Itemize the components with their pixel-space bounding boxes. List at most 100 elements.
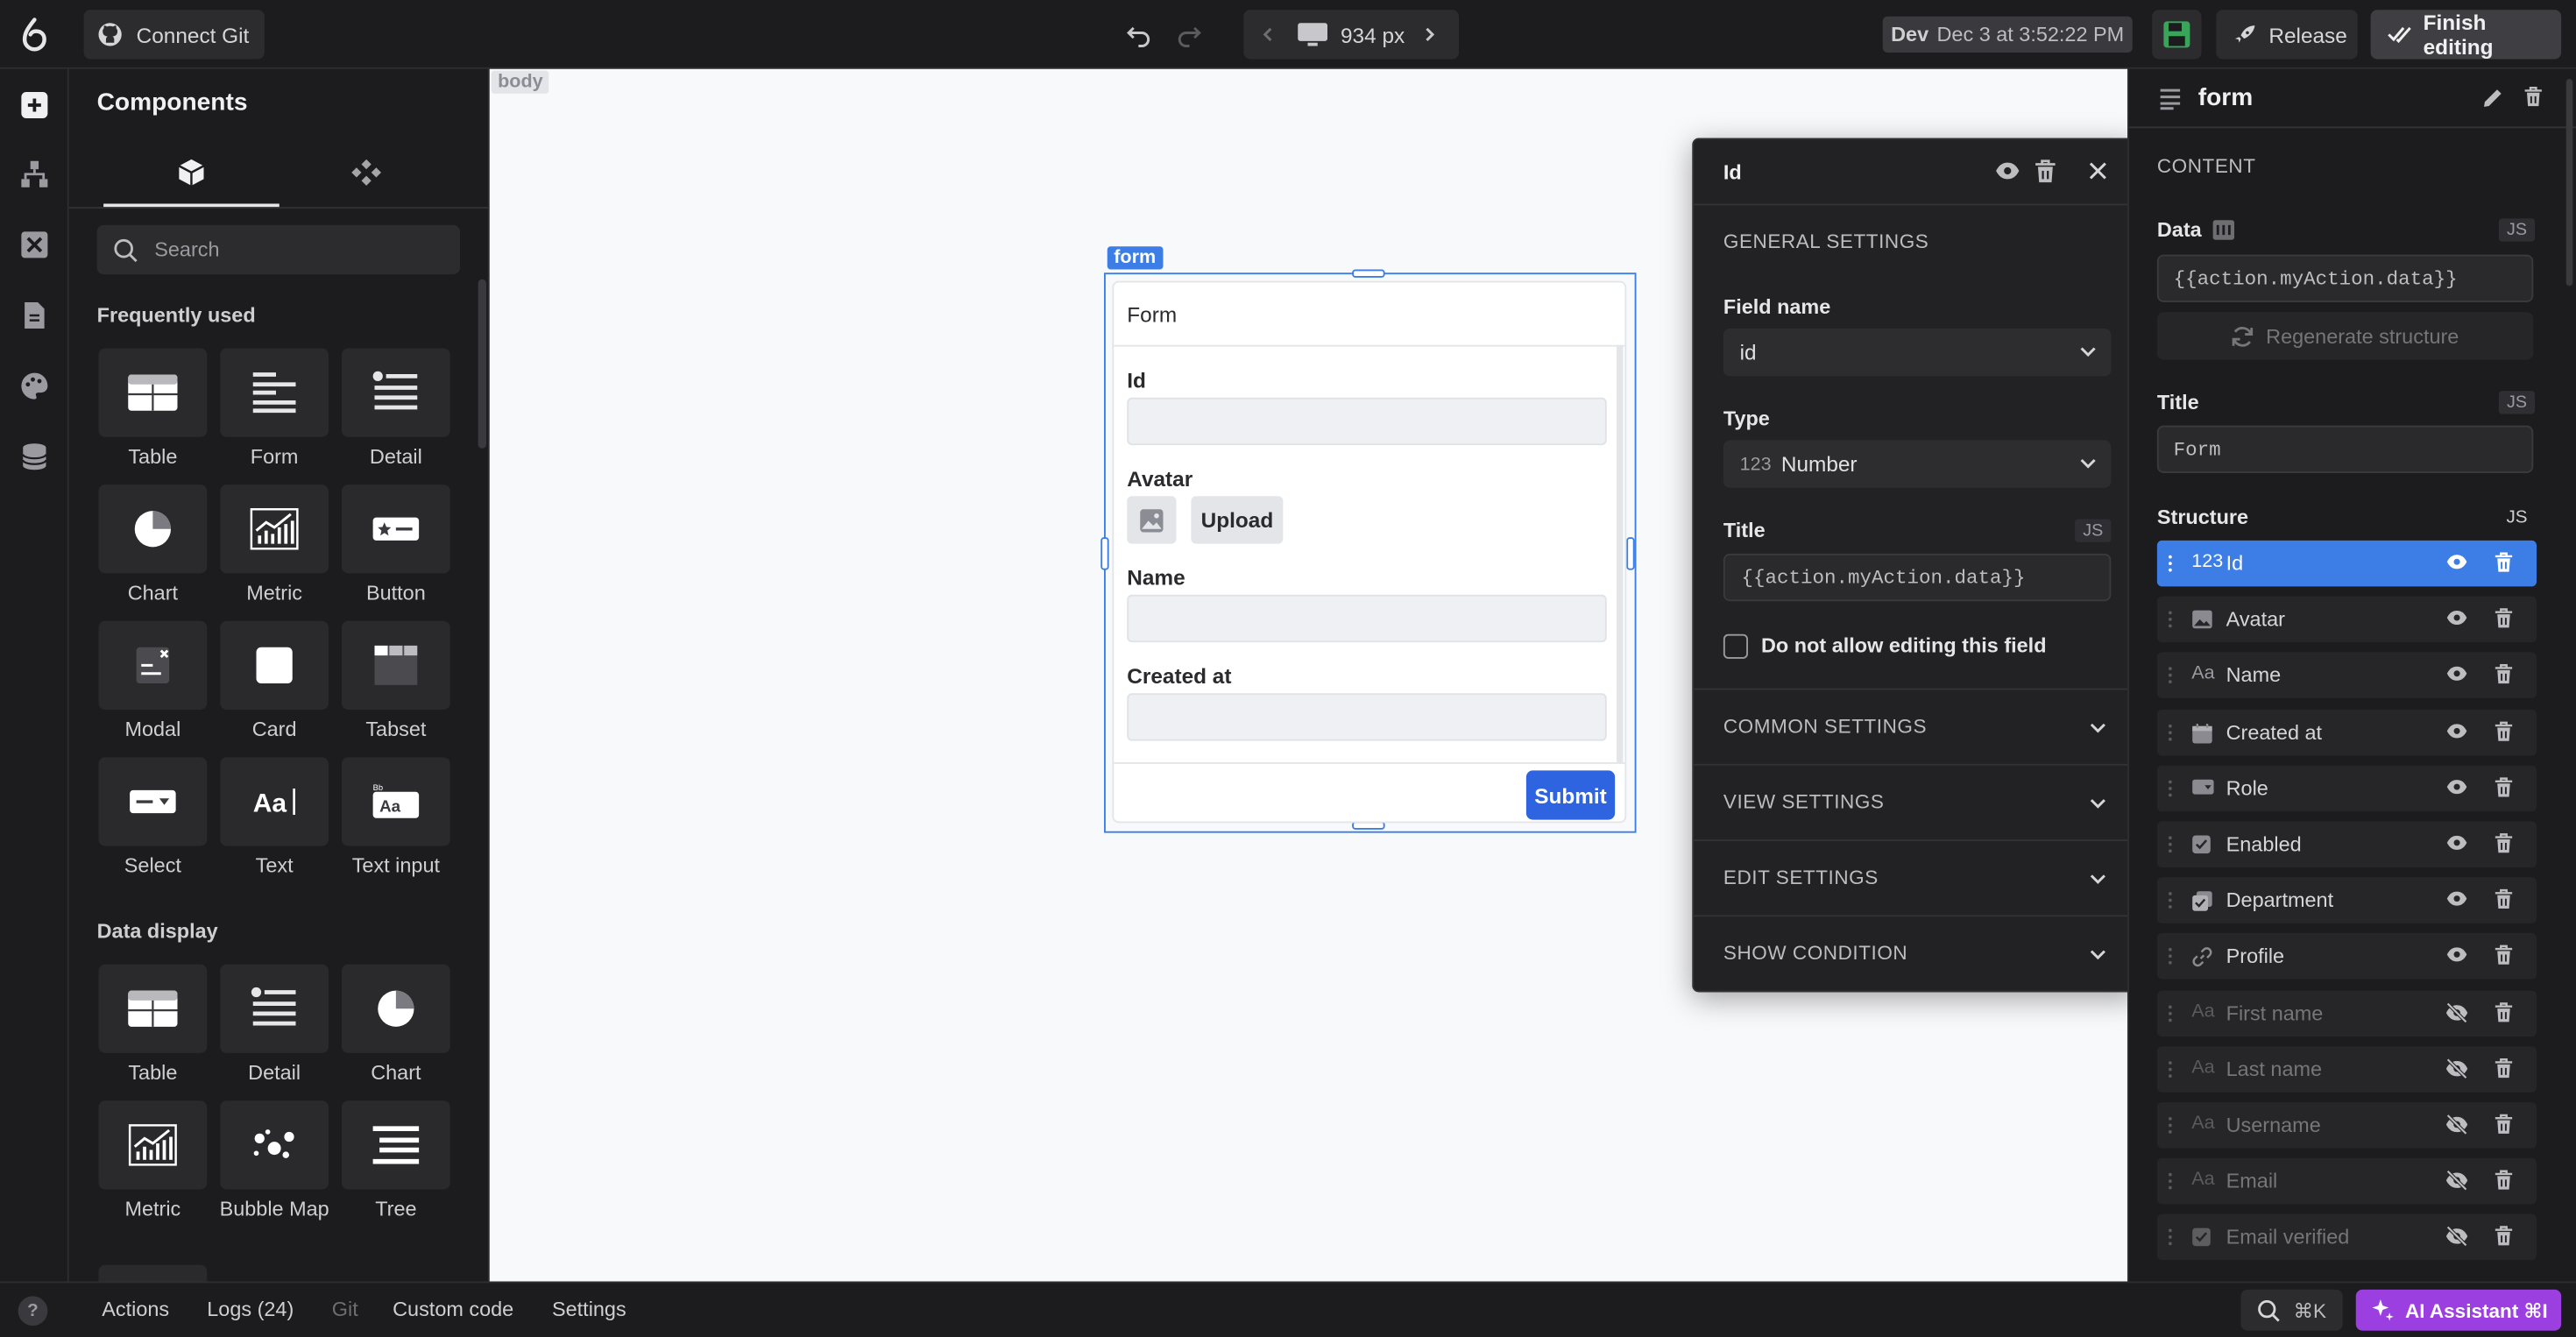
form-scrollbar[interactable] <box>1617 344 1624 762</box>
data-js-badge[interactable]: JS <box>2498 218 2536 242</box>
trash-icon[interactable] <box>2494 776 2514 797</box>
structure-row[interactable]: Aa Name <box>2156 653 2537 699</box>
hierarchy-icon[interactable] <box>15 154 54 194</box>
tree-component[interactable] <box>342 1100 450 1190</box>
common-settings-section[interactable]: COMMON SETTINGS <box>1694 690 2137 764</box>
eye-icon[interactable] <box>2445 945 2469 966</box>
redo-icon[interactable] <box>1175 20 1205 50</box>
drag-handle-icon[interactable] <box>2167 835 2174 855</box>
field-name-select[interactable]: id <box>1723 329 2112 377</box>
regenerate-structure-button[interactable]: Regenerate structure <box>2156 312 2534 360</box>
form-component[interactable] <box>220 348 329 437</box>
resize-handle-left[interactable] <box>1100 537 1109 570</box>
tab-logs[interactable]: Logs (24) <box>207 1298 294 1320</box>
data-table-component[interactable] <box>98 964 208 1053</box>
resize-handle-right[interactable] <box>1626 537 1635 570</box>
save-button[interactable] <box>2152 10 2202 60</box>
resize-handle-top[interactable] <box>1352 269 1385 278</box>
pencil-icon[interactable] <box>2482 87 2503 108</box>
structure-row[interactable]: Aa First name <box>2156 989 2537 1036</box>
drag-handle-icon[interactable] <box>2167 1115 2174 1135</box>
eye-icon[interactable] <box>2445 664 2469 684</box>
trash-icon[interactable] <box>2494 664 2514 685</box>
trash-icon[interactable] <box>2494 1170 2514 1191</box>
add-component-icon[interactable] <box>15 86 54 125</box>
title-input[interactable]: Form <box>2156 425 2534 473</box>
eye-icon[interactable] <box>1994 159 2020 182</box>
trash-icon[interactable] <box>2034 159 2056 184</box>
release-button[interactable]: Release <box>2216 10 2358 60</box>
data-detail-component[interactable] <box>220 964 329 1053</box>
title-input[interactable]: {{action.myAction.data}} <box>1723 553 2112 602</box>
structure-row[interactable]: Department <box>2156 877 2537 924</box>
trash-icon[interactable] <box>2494 1058 2514 1079</box>
edit-settings-section[interactable]: EDIT SETTINGS <box>1694 841 2137 915</box>
eye-icon[interactable] <box>2445 833 2469 853</box>
components-scrollbar[interactable] <box>478 279 486 449</box>
drag-handle-icon[interactable] <box>2167 1003 2174 1023</box>
component-name[interactable]: form <box>2198 84 2254 112</box>
properties-scrollbar[interactable] <box>2565 79 2573 286</box>
structure-row[interactable]: Enabled <box>2156 821 2537 867</box>
help-icon[interactable]: ? <box>18 1296 48 1326</box>
structure-row[interactable]: 123 Id <box>2156 540 2537 587</box>
structure-row[interactable]: Email verified <box>2156 1214 2537 1261</box>
text-input-component[interactable]: Aa Bb <box>342 757 450 846</box>
trash-icon[interactable] <box>2494 720 2514 741</box>
upload-button[interactable]: Upload <box>1191 496 1284 544</box>
tab-git[interactable]: Git <box>332 1298 358 1320</box>
type-select[interactable]: 123 Number <box>1723 440 2112 488</box>
tab-components[interactable] <box>103 148 280 208</box>
eye-icon[interactable] <box>2445 889 2469 909</box>
submit-button[interactable]: Submit <box>1525 770 1616 820</box>
structure-js-badge[interactable]: JS <box>2499 506 2535 529</box>
trash-icon[interactable] <box>2494 1001 2514 1022</box>
trash-icon[interactable] <box>2494 945 2514 966</box>
structure-row[interactable]: Aa Last name <box>2156 1045 2537 1093</box>
connect-git-button[interactable]: Connect Git <box>83 10 265 60</box>
no-edit-checkbox[interactable] <box>1723 633 1748 659</box>
book-icon[interactable] <box>2212 218 2236 241</box>
title-js-badge[interactable]: JS <box>2498 391 2536 414</box>
database-icon[interactable] <box>15 437 54 477</box>
eye-off-icon[interactable] <box>2445 1226 2469 1248</box>
form-tag[interactable]: form <box>1107 246 1163 270</box>
tab-modules[interactable] <box>280 148 456 208</box>
structure-row[interactable]: Role <box>2156 765 2537 811</box>
drag-handle-icon[interactable] <box>2167 1171 2174 1192</box>
undo-icon[interactable] <box>1124 20 1154 50</box>
eye-icon[interactable] <box>2445 552 2469 572</box>
structure-row[interactable]: Avatar <box>2156 596 2537 643</box>
data-metric-component[interactable] <box>98 1100 208 1190</box>
js-toggle[interactable]: JS <box>2075 519 2112 542</box>
drag-handle-icon[interactable] <box>2167 666 2174 686</box>
id-input[interactable] <box>1127 397 1607 446</box>
drag-handle-icon[interactable] <box>2167 1059 2174 1079</box>
view-settings-section[interactable]: VIEW SETTINGS <box>1694 766 2137 839</box>
close-icon[interactable] <box>2088 161 2108 181</box>
drag-handle-icon[interactable] <box>2167 778 2174 798</box>
eye-off-icon[interactable] <box>2445 1001 2469 1023</box>
tabset-component[interactable] <box>342 620 450 710</box>
structure-row[interactable]: Aa Email <box>2156 1158 2537 1205</box>
created-at-input[interactable] <box>1127 693 1607 741</box>
drag-handle-icon[interactable] <box>2167 947 2174 967</box>
structure-row[interactable]: Created at <box>2156 709 2537 755</box>
drag-handle-icon[interactable] <box>2167 891 2174 911</box>
chart-component[interactable] <box>98 485 208 574</box>
trash-icon[interactable] <box>2494 889 2514 910</box>
data-input[interactable]: {{action.myAction.data}} <box>2156 254 2534 302</box>
trash-icon[interactable] <box>2494 833 2514 854</box>
environment-badge[interactable]: Dev Dec 3 at 3:52:22 PM <box>1882 16 2133 53</box>
tab-settings[interactable]: Settings <box>552 1298 626 1320</box>
ai-assistant-button[interactable]: AI Assistant ⌘I <box>2355 1289 2562 1331</box>
structure-row[interactable]: Aa Username <box>2156 1102 2537 1149</box>
palette-icon[interactable] <box>15 366 54 406</box>
eye-icon[interactable] <box>2445 720 2469 740</box>
data-chart-component[interactable] <box>342 964 450 1053</box>
eye-icon[interactable] <box>2445 776 2469 796</box>
chevron-right-icon[interactable] <box>1421 26 1438 43</box>
drag-handle-icon[interactable] <box>2167 1227 2174 1248</box>
app-logo[interactable] <box>17 15 53 54</box>
page-icon[interactable] <box>15 296 54 336</box>
